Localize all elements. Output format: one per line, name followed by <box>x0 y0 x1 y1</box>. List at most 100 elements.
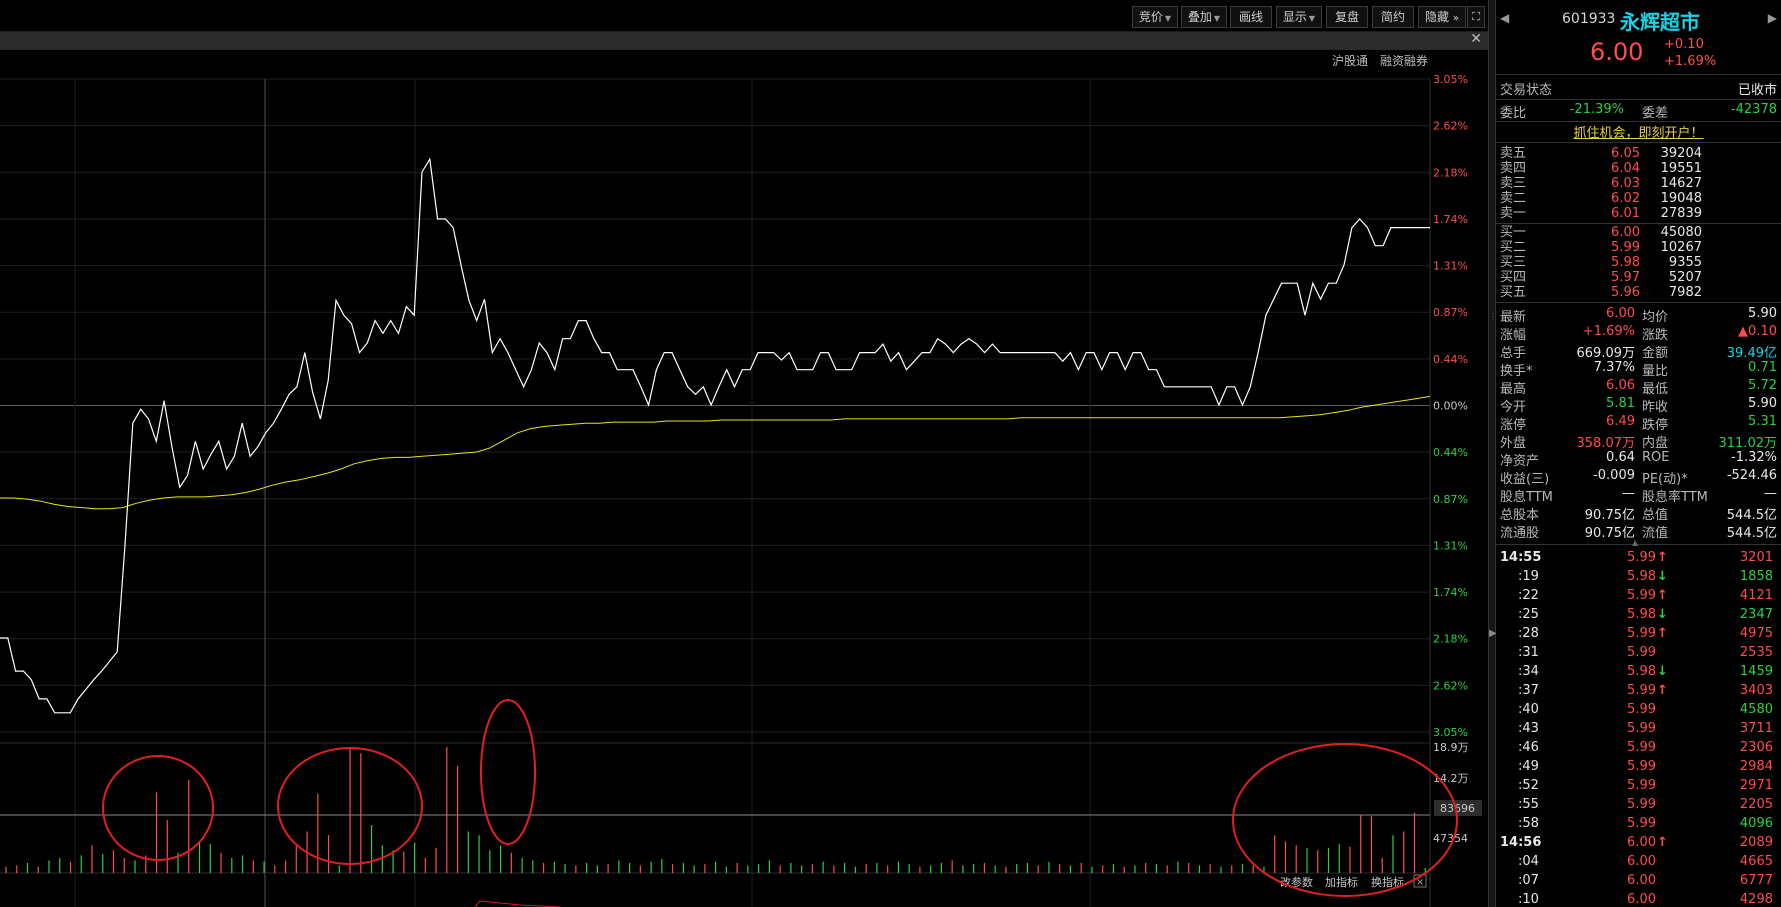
ask-row[interactable]: 卖一 6.01 27839 <box>1496 206 1781 221</box>
stat-label: 今开 <box>1500 400 1527 415</box>
stat-label: 涨幅 <box>1500 328 1527 343</box>
stat-row: 股息TTM — 股息率TTM — <box>1496 486 1781 505</box>
draw-line-button[interactable]: 画线 <box>1230 6 1272 28</box>
tick-price: 6.00 <box>1627 892 1656 907</box>
stat-value: 90.75亿 <box>1584 508 1635 523</box>
stat-label: 总手 <box>1500 346 1527 361</box>
tick-price: 5.99 <box>1627 797 1656 812</box>
tick-volume: 4975 <box>1739 626 1773 641</box>
tick-volume: 2205 <box>1739 797 1773 812</box>
tick-time: :28 <box>1518 626 1539 641</box>
volume-tool-link[interactable]: 改参数 <box>1280 875 1313 889</box>
tick-row: :28 5.99 ↑ 4975 <box>1496 624 1781 643</box>
bid-row[interactable]: 买一 6.00 45080 <box>1496 225 1781 240</box>
tick-time: :04 <box>1518 854 1539 869</box>
tick-time: 14:55 <box>1500 550 1542 565</box>
tick-price: 5.99 <box>1627 721 1656 736</box>
tick-time: :43 <box>1518 721 1539 736</box>
overlay-button[interactable]: 叠加 ▼ <box>1181 6 1227 28</box>
stat-label: 外盘 <box>1500 436 1527 451</box>
bid-row[interactable]: 买三 5.98 9355 <box>1496 255 1781 270</box>
book-level-label: 卖三 <box>1500 176 1527 191</box>
tick-row: :49 5.99 2984 <box>1496 757 1781 776</box>
fullscreen-icon[interactable]: ⛶ <box>1467 6 1485 28</box>
book-level-label: 买五 <box>1500 285 1527 300</box>
ask-row[interactable]: 卖五 6.05 39204 <box>1496 146 1781 161</box>
book-price: 6.00 <box>1611 225 1640 240</box>
prev-stock-icon[interactable]: ◀ <box>1500 11 1509 25</box>
y-tick-label: 3.05% <box>1433 73 1468 86</box>
tick-time: :19 <box>1518 569 1539 584</box>
stat-row: 最高 6.06 最低 5.72 <box>1496 378 1781 397</box>
ask-row[interactable]: 卖二 6.02 19048 <box>1496 191 1781 206</box>
tick-row: :31 5.99 2535 <box>1496 643 1781 662</box>
book-price: 6.05 <box>1611 146 1640 161</box>
book-volume: 5207 <box>1668 270 1702 285</box>
tick-row: :34 5.98 ↓ 1459 <box>1496 662 1781 681</box>
tick-price: 5.99 <box>1627 740 1656 755</box>
bid-row[interactable]: 买二 5.99 10267 <box>1496 240 1781 255</box>
stat-label: 总值 <box>1642 508 1669 523</box>
y-tick-label: 2.62% <box>1433 679 1468 692</box>
splitter-grip-icon[interactable]: ⋮ <box>1489 312 1497 324</box>
tick-volume: 4121 <box>1739 588 1773 603</box>
tick-row: :25 5.98 ↓ 2347 <box>1496 605 1781 624</box>
tick-time: :52 <box>1518 778 1539 793</box>
bid-row[interactable]: 买四 5.97 5207 <box>1496 270 1781 285</box>
volume-tick-label: 47354 <box>1433 832 1468 845</box>
stat-row: 总手 669.09万 金额 39.49亿 <box>1496 342 1781 361</box>
auction-button[interactable]: 竞价 ▼ <box>1132 6 1178 28</box>
next-stock-icon[interactable]: ▶ <box>1768 11 1777 25</box>
arrow-up-icon: ↑ <box>1657 626 1668 641</box>
tick-time: :58 <box>1518 816 1539 831</box>
book-price: 6.03 <box>1611 176 1640 191</box>
tick-row: :37 5.99 ↑ 3403 <box>1496 681 1781 700</box>
book-price: 5.99 <box>1611 240 1640 255</box>
tick-row: :52 5.99 2971 <box>1496 776 1781 795</box>
simple-mode-button[interactable]: 简约 <box>1372 6 1414 28</box>
open-account-link[interactable]: 抓住机会，即刻开户！ <box>1496 122 1781 141</box>
tick-row: :07 6.00 6777 <box>1496 871 1781 890</box>
hide-button[interactable]: 隐藏 » <box>1418 6 1466 28</box>
scroll-up-icon[interactable]: ▲ <box>1632 538 1638 547</box>
tick-row: :58 5.99 4096 <box>1496 814 1781 833</box>
stat-row: 涨幅 +1.69% 涨跌 ▲0.10 <box>1496 324 1781 343</box>
book-volume: 27839 <box>1660 206 1702 221</box>
close-icon[interactable]: ✕ <box>1470 31 1482 47</box>
tick-price: 5.99 <box>1627 588 1656 603</box>
chart-toolbar: 竞价 ▼ 叠加 ▼ 画线 显示 ▼ 复盘 简约 隐藏 » ⛶ <box>0 0 1495 32</box>
collapse-arrow-icon[interactable]: ▶ <box>1489 628 1497 652</box>
stat-label: 昨收 <box>1642 400 1669 415</box>
book-price: 6.02 <box>1611 191 1640 206</box>
tick-price: 5.99 <box>1627 702 1656 717</box>
book-volume: 19048 <box>1660 191 1702 206</box>
stat-value: 5.81 <box>1606 396 1635 411</box>
ask-row[interactable]: 卖四 6.04 19551 <box>1496 161 1781 176</box>
ask-row[interactable]: 卖三 6.03 14627 <box>1496 176 1781 191</box>
bid-row[interactable]: 买五 5.96 7982 <box>1496 285 1781 300</box>
tick-volume: 4665 <box>1739 854 1773 869</box>
stat-row: 今开 5.81 昨收 5.90 <box>1496 396 1781 415</box>
stat-label: 金额 <box>1642 346 1669 361</box>
tick-time: :34 <box>1518 664 1539 679</box>
stat-label: 均价 <box>1642 310 1669 325</box>
tick-volume: 1459 <box>1739 664 1773 679</box>
y-tick-label: 0.44% <box>1433 353 1468 366</box>
tick-time: :22 <box>1518 588 1539 603</box>
replay-button[interactable]: 复盘 <box>1326 6 1368 28</box>
display-button[interactable]: 显示 ▼ <box>1276 6 1322 28</box>
volume-tool-link[interactable]: 加指标 <box>1325 875 1358 889</box>
tick-time: :31 <box>1518 645 1539 660</box>
arrow-up-icon: ↑ <box>1657 683 1668 698</box>
book-price: 5.97 <box>1611 270 1640 285</box>
panel-divider[interactable] <box>1488 0 1496 907</box>
stat-value: ▲0.10 <box>1738 324 1777 339</box>
change-percent: +1.69% <box>1664 54 1717 69</box>
stat-row: 换手* 7.37% 量比 0.71 <box>1496 360 1781 379</box>
stock-name: 永辉超市 <box>1620 10 1700 34</box>
tick-price: 6.00 <box>1627 854 1656 869</box>
stat-label: ROE <box>1642 450 1670 465</box>
stat-label: 换手* <box>1500 364 1533 379</box>
arrow-down-icon: ↓ <box>1657 569 1668 584</box>
y-tick-label: 3.05% <box>1433 726 1468 739</box>
